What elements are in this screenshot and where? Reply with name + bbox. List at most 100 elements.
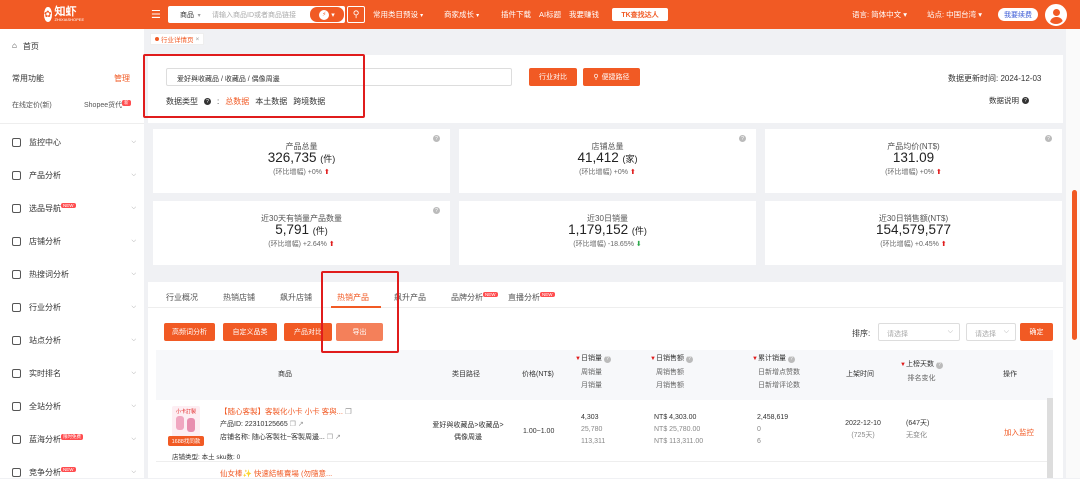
chevron-down-icon: ⌵ (131, 238, 136, 244)
tab-live-analysis[interactable]: 直播分析 NEW (508, 292, 555, 303)
nav-ai-title[interactable]: AI标题 (539, 9, 561, 20)
tab-industry-overview[interactable]: 行业概况 (166, 292, 198, 303)
stat-value: 154,579,577 (765, 222, 1062, 237)
add-monitor-link[interactable]: 加入监控 (1004, 427, 1034, 438)
th-days[interactable]: ▼上榜天数 ? 排名变化 (900, 358, 943, 385)
data-explain-link[interactable]: 数据说明? (989, 95, 1029, 106)
nav-plugin-download[interactable]: 插件下载 (501, 9, 531, 20)
renew-button[interactable]: 我要续费 (998, 8, 1038, 21)
stat-number: 326,735 (267, 150, 317, 165)
chevron-down-icon: ⌵ (131, 370, 136, 376)
stat-card-shop-total: ? 店铺总量 41,412 (家) (环比增幅) +0% ⬆ (459, 129, 756, 193)
sidebar-item-fullsite[interactable]: 全站分析 ⌵ (12, 401, 136, 412)
chevron-down-icon: ▾ (903, 10, 908, 19)
sidebar-item-selection-nav[interactable]: 选品导航 NEW ⌵ (12, 203, 136, 214)
sidebar-shortcut-forwarder[interactable]: Shopee货代新 (84, 100, 131, 110)
find-same-button[interactable]: 1688找同款 (168, 436, 204, 446)
tab-hot-shops[interactable]: 热销店铺 (223, 292, 255, 303)
thumb-figure (176, 416, 184, 430)
search-type-label: 商品 (180, 11, 194, 19)
monitor-icon (12, 138, 21, 147)
chevron-down-icon: ▾ (331, 11, 335, 19)
th-cumulative[interactable]: ▼累计销量 ? 日新增点赞数 日新增评论数 (752, 352, 800, 392)
th-revenue[interactable]: ▼日销售额 ? 周销售额 月销售额 (650, 352, 693, 392)
tab-rising-shops[interactable]: 飙升店铺 (280, 292, 312, 303)
sort-select-2[interactable]: 请选择 ⌵ (966, 323, 1016, 341)
sidebar-item-industry-analysis[interactable]: 行业分析 ⌵ (12, 302, 136, 313)
th-listed: 上架时间 (846, 371, 874, 378)
table-scrollbar[interactable] (1047, 398, 1053, 478)
menu-toggle-icon[interactable]: ☰ (151, 8, 161, 21)
stat-change-label: (环比增幅) (268, 241, 301, 248)
manage-link[interactable]: 管理 (114, 73, 130, 84)
keyword-icon (12, 270, 21, 279)
sidebar-item-hot-keywords[interactable]: 热搜词分析 ⌵ (12, 269, 136, 280)
confirm-button[interactable]: 确定 (1020, 323, 1053, 341)
nav-merchant-growth[interactable]: 商家成长 ▾ (444, 9, 479, 20)
sort-select-1[interactable]: 请选择 ⌵ (878, 323, 960, 341)
copy-icon[interactable]: ❐ (327, 434, 333, 441)
product-title-link[interactable]: 【随心客製】客製化小卡 小卡 客與... ❐ (220, 406, 352, 417)
keyword-analysis-button[interactable]: 高频词分析 (164, 323, 215, 341)
sidebar-item-blue-ocean[interactable]: 蓝海分析 限时免费 ⌵ (12, 434, 136, 445)
th-label: 日销售额 (655, 355, 684, 362)
sidebar-item-product-analysis[interactable]: 产品分析 ⌵ (12, 170, 136, 181)
chevron-down-icon: ⌵ (131, 337, 136, 343)
external-link-icon[interactable]: ↗ (335, 434, 341, 441)
bolt-icon: ⚡ (319, 9, 330, 20)
chevron-down-icon: ▾ (978, 10, 983, 19)
globe-icon (12, 336, 21, 345)
avatar[interactable] (1045, 4, 1067, 26)
search-input[interactable]: 请输入商品ID或者商品链接 (212, 10, 304, 20)
stat-card-30d-products: ? 近30天有销量产品数量 5,791 (件) (环比增幅) +2.64% ⬆ (153, 201, 450, 265)
sidebar-item-home[interactable]: ⌂ 首页 (12, 41, 39, 52)
search-type-select[interactable]: 商品 ▾ (168, 10, 212, 20)
sidebar-item-realtime-rank[interactable]: 实时排名 ⌵ (12, 368, 136, 379)
language-select[interactable]: 语言: 简体中文 ▾ (852, 9, 907, 20)
quick-path-button[interactable]: ⚲ 便捷路径 (583, 68, 640, 86)
th-category: 类目路径 (452, 371, 480, 378)
stat-unit: (件) (320, 154, 336, 164)
stat-value: 5,791 (件) (153, 222, 450, 237)
industry-compare-button[interactable]: 行业对比 (529, 68, 577, 86)
th-label: 上榜天数 (905, 361, 934, 368)
sidebar-item-monitor[interactable]: 监控中心 ⌵ (12, 137, 136, 148)
sidebar-item-site-analysis[interactable]: 站点分析 ⌵ (12, 335, 136, 346)
app-logo[interactable]: ✿ 知虾 ZHIXIASHOPEE (44, 5, 84, 25)
search-icon[interactable]: ⚲ (347, 6, 365, 23)
copy-icon[interactable]: ❐ (290, 421, 296, 428)
th-sub-label: 排名变化 (907, 375, 936, 382)
sidebar-item-shop-analysis[interactable]: 店铺分析 ⌵ (12, 236, 136, 247)
custom-category-button[interactable]: 自定义品类 (223, 323, 277, 341)
chevron-down-icon: ▾ (196, 12, 201, 19)
page-scrollbar-thumb[interactable] (1072, 190, 1077, 340)
chevron-down-icon: ⌵ (1003, 328, 1009, 335)
sort-select-placeholder: 请选择 (887, 331, 908, 338)
cell-value: 无变化 (906, 432, 927, 439)
nav-common-category[interactable]: 常用类目预设 ▾ (373, 9, 423, 20)
external-link-icon[interactable]: ↗ (298, 421, 304, 428)
cell-value: NT$ 113,311.00 (654, 438, 704, 445)
copy-icon[interactable]: ❐ (345, 407, 352, 416)
sidebar-shortcut-pricing[interactable]: 在线定价(新) (12, 100, 52, 110)
ocean-icon (12, 435, 21, 444)
quick-search-toggle[interactable]: ⚡ ▾ (309, 6, 345, 23)
close-icon[interactable]: × (196, 36, 200, 43)
cell-value: 2022-12-10 (845, 420, 881, 427)
logo-text-wrap: 知虾 ZHIXIASHOPEE (55, 7, 85, 23)
breadcrumb-tab[interactable]: 行业详情页 × (150, 33, 205, 45)
stat-card-product-total: ? 产品总量 326,735 (件) (环比增幅) +0% ⬆ (153, 129, 450, 193)
product-thumbnail[interactable]: 小卡訂製 1688找同款 (168, 406, 204, 446)
avatar-head (1053, 9, 1060, 16)
th-sub-label: 日新增评论数 (758, 382, 800, 389)
stat-number: 154,579,577 (875, 222, 952, 237)
site-select[interactable]: 站点: 中国台湾 ▾ (927, 9, 982, 20)
sidebar-item-label: 首页 (22, 42, 39, 51)
chevron-down-icon: ⌵ (947, 328, 953, 335)
th-sales[interactable]: ▼日销量 ? 周销量 月销量 (575, 352, 611, 392)
nav-earn-money[interactable]: 我要赚钱 (569, 9, 599, 20)
product-title-link[interactable]: 仙女棒✨ 快速結帳賣場 (勿隨意... (220, 468, 332, 479)
tab-brand-analysis[interactable]: 品牌分析 NEW (451, 292, 498, 303)
sidebar-item-competition[interactable]: 竞争分析 NEW ⌵ (12, 467, 136, 478)
tk-find-influencer-button[interactable]: TK查找达人 (612, 8, 668, 21)
